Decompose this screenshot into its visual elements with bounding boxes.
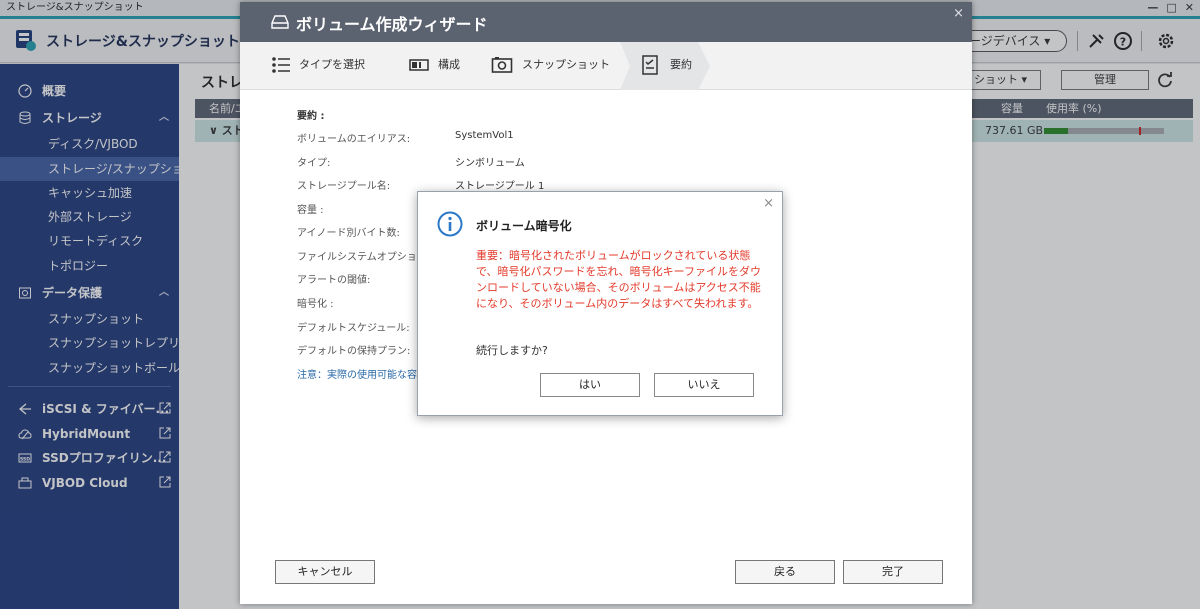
- cancel-button[interactable]: キャンセル: [275, 560, 375, 584]
- summary-label: 容量 :: [297, 205, 324, 216]
- yes-button[interactable]: はい: [540, 373, 640, 397]
- list-icon: [272, 57, 290, 73]
- active-step-background: [620, 42, 710, 90]
- info-icon: [437, 211, 463, 237]
- summary-label: ファイルシステムオプション:: [297, 252, 431, 263]
- summary-label: ストレージプール名:: [297, 181, 391, 192]
- summary-label: アラートの閾値:: [297, 275, 371, 286]
- summary-value: SystemVol1: [455, 130, 514, 141]
- summary-label: 暗号化 :: [297, 299, 334, 310]
- no-button[interactable]: いいえ: [654, 373, 754, 397]
- summary-label: デフォルトスケジュール:: [297, 323, 410, 334]
- summary-heading: 要約 :: [297, 111, 325, 122]
- step-snapshot: スナップショット: [522, 58, 610, 71]
- continue-question: 続行しますか?: [476, 344, 548, 357]
- wizard-close-button[interactable]: ×: [953, 6, 964, 21]
- summary-label: タイプ:: [297, 158, 331, 169]
- capacity-note: 注意：実際の使用可能な容量: [297, 370, 427, 381]
- finish-button[interactable]: 完了: [843, 560, 943, 584]
- disk-drive-icon: [271, 15, 289, 29]
- summary-label: デフォルトの保持プラン:: [297, 346, 411, 357]
- back-button[interactable]: 戻る: [735, 560, 835, 584]
- clipboard-icon: [642, 55, 658, 75]
- wizard-steps: タイプを選択 構成 スナップショット 要約: [240, 42, 972, 90]
- config-icon: [409, 59, 429, 71]
- step-configure: 構成: [438, 58, 460, 71]
- summary-label: ボリュームのエイリアス:: [297, 134, 411, 145]
- step-select-type: タイプを選択: [299, 58, 365, 71]
- summary-value: シンボリューム: [455, 158, 525, 169]
- encryption-warning-text: 重要：暗号化されたボリュームがロックされている状態で、暗号化パスワードを忘れ、暗…: [476, 249, 762, 310]
- encryption-confirm-dialog: × ボリューム暗号化 重要：暗号化されたボリュームがロックされている状態で、暗号…: [417, 191, 783, 416]
- camera-icon: [491, 57, 513, 73]
- wizard-header: ボリューム作成ウィザード ×: [240, 2, 972, 42]
- modal-close-button[interactable]: ×: [763, 196, 774, 211]
- step-summary: 要約: [670, 58, 692, 71]
- modal-title: ボリューム暗号化: [476, 219, 572, 233]
- summary-value: ストレージプール 1: [455, 181, 545, 192]
- summary-label: アイノード別バイト数:: [297, 228, 400, 239]
- wizard-title: ボリューム作成ウィザード: [296, 15, 488, 34]
